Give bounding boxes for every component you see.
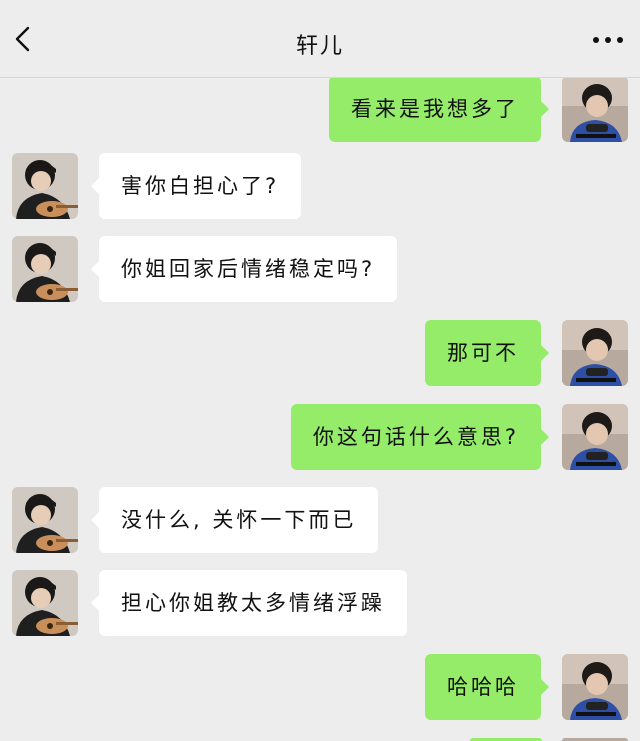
self-avatar-image xyxy=(562,654,628,720)
message-sent: 那可不 xyxy=(0,320,640,388)
message-sent: 哈哈哈 xyxy=(0,654,640,722)
more-dots-icon xyxy=(593,37,623,43)
self-avatar-image xyxy=(562,78,628,142)
contact-avatar-image xyxy=(12,236,78,302)
message-sent: 你这句话什么意思? xyxy=(0,404,640,472)
message-bubble[interactable]: 担心你姐教太多情绪浮躁 xyxy=(91,570,407,636)
self-avatar-image xyxy=(562,320,628,386)
contact-avatar-image xyxy=(12,487,78,553)
chat-header: 轩儿 xyxy=(0,0,640,78)
contact-avatar[interactable] xyxy=(12,153,78,219)
self-avatar[interactable] xyxy=(562,78,628,142)
chat-messages[interactable]: 看来是我想多了 害你白担心了? 你姐回家后情绪稳定吗? 那可不 你这句话什么意思… xyxy=(0,78,640,741)
message-received: 担心你姐教太多情绪浮躁 xyxy=(0,570,640,638)
message-bubble[interactable]: 没什么, 关怀一下而已 xyxy=(90,487,379,553)
message-received: 你姐回家后情绪稳定吗? xyxy=(0,236,640,304)
message-received: 没什么, 关怀一下而已 xyxy=(0,487,640,555)
self-avatar-image xyxy=(562,404,628,470)
message-bubble[interactable]: 看来是我想多了 xyxy=(329,78,549,142)
contact-avatar[interactable] xyxy=(12,487,78,553)
message-bubble[interactable]: 害你白担心了? xyxy=(90,153,302,219)
chat-title: 轩儿 xyxy=(295,34,344,59)
message-bubble[interactable]: 哈哈哈 xyxy=(425,654,549,720)
self-avatar[interactable] xyxy=(562,320,628,386)
message-bubble[interactable]: 你姐回家后情绪稳定吗? xyxy=(90,236,398,302)
self-avatar[interactable] xyxy=(562,404,628,470)
message-received: 害你白担心了? xyxy=(0,153,640,221)
contact-avatar[interactable] xyxy=(12,236,78,302)
contact-avatar[interactable] xyxy=(12,570,78,636)
more-button[interactable] xyxy=(588,30,628,50)
self-avatar[interactable] xyxy=(562,654,628,720)
contact-avatar-image xyxy=(12,570,78,636)
contact-avatar-image xyxy=(12,153,78,219)
message-bubble[interactable]: 你这句话什么意思? xyxy=(290,404,550,470)
message-bubble[interactable]: 那可不 xyxy=(425,320,549,386)
message-sent: 看来是我想多了 xyxy=(0,78,640,144)
